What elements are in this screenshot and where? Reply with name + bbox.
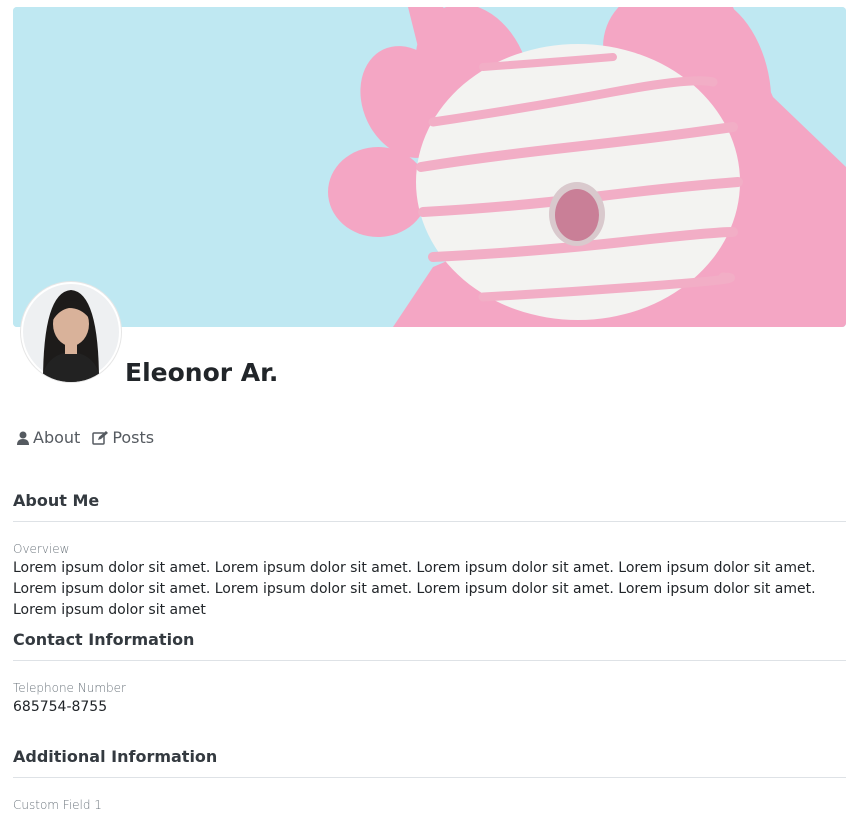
additional-information-section: Additional Information Custom Field 1 [13, 746, 846, 814]
overview-value: Lorem ipsum dolor sit amet. Lorem ipsum … [13, 560, 816, 618]
section-title: Additional Information [13, 746, 846, 778]
tab-about[interactable]: About [17, 428, 80, 447]
tab-about-label: About [33, 428, 81, 447]
avatar [21, 282, 121, 382]
section-title: Contact Information [13, 629, 846, 661]
telephone-label: Telephone Number [13, 681, 126, 695]
telephone-value: 685754-8755 [13, 699, 108, 715]
tab-posts[interactable]: Posts [92, 428, 154, 447]
profile-name: Eleonor Ar. [125, 358, 279, 387]
tab-posts-label: Posts [112, 428, 155, 447]
profile-tabs: About Posts [17, 428, 154, 447]
overview-label: Overview [13, 542, 70, 556]
contact-information-section: Contact Information Telephone Number 685… [13, 629, 846, 718]
about-me-section: About Me Overview Lorem ipsum dolor sit … [13, 490, 846, 621]
section-title: About Me [13, 490, 846, 522]
user-icon [17, 431, 29, 445]
custom-field-1-label: Custom Field 1 [13, 798, 102, 812]
cover-image [13, 7, 846, 327]
edit-icon [92, 430, 109, 445]
